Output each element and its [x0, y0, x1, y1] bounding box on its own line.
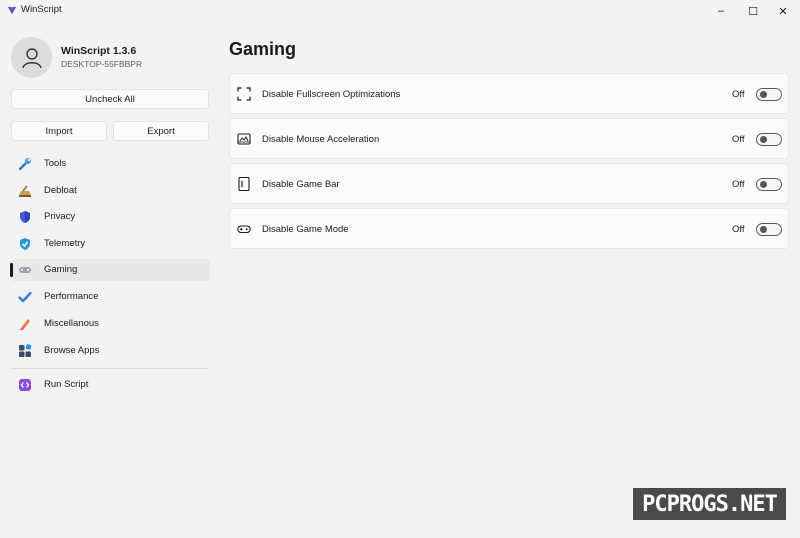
sidebar-item-label: Tools — [44, 158, 67, 169]
gamepad-icon — [19, 267, 31, 273]
wrench-icon — [18, 158, 31, 171]
selection-indicator — [10, 263, 13, 277]
title-bar: WinScript – ☐ ✕ — [0, 0, 800, 22]
toggle-knob — [760, 91, 767, 98]
setting-state: Off — [732, 134, 745, 145]
setting-label: Disable Fullscreen Optimizations — [262, 89, 401, 100]
sidebar-item-label: Browse Apps — [44, 345, 100, 356]
setting-card-fullscreen-optimizations: Disable Fullscreen Optimizations Off — [229, 73, 789, 114]
setting-card-game-mode: Disable Game Mode Off — [229, 208, 789, 249]
fullscreen-optimizations-toggle[interactable] — [756, 88, 782, 101]
sidebar-item-gaming[interactable]: Gaming — [10, 259, 210, 281]
maximize-button[interactable]: ☐ — [738, 0, 768, 22]
setting-card-mouse-acceleration: Disable Mouse Acceleration Off — [229, 118, 789, 159]
export-button[interactable]: Export — [113, 121, 209, 141]
import-button[interactable]: Import — [11, 121, 107, 141]
sidebar-item-performance[interactable]: Performance — [10, 286, 210, 308]
code-icon — [19, 379, 31, 391]
window-title: WinScript — [21, 4, 62, 15]
sidebar-item-privacy[interactable]: Privacy — [10, 206, 210, 228]
setting-card-game-bar: Disable Game Bar Off — [229, 163, 789, 204]
computer-name: DESKTOP-55FBBPR — [61, 59, 143, 69]
page-title: Gaming — [229, 39, 297, 59]
shield-icon — [20, 211, 30, 223]
sidebar-item-label: Performance — [44, 291, 99, 302]
uncheck-all-button[interactable]: Uncheck All — [11, 89, 209, 109]
checkmark-icon — [18, 291, 32, 303]
close-button[interactable]: ✕ — [768, 0, 798, 22]
sidebar-item-telemetry[interactable]: Telemetry — [10, 233, 210, 255]
avatar — [11, 37, 52, 78]
broom-icon — [19, 185, 31, 197]
game-bar-toggle[interactable] — [756, 178, 782, 191]
mouse-acceleration-toggle[interactable] — [756, 133, 782, 146]
app-name: WinScript 1.3.6 — [61, 45, 137, 57]
game-mode-toggle[interactable] — [756, 223, 782, 236]
toggle-knob — [760, 226, 767, 233]
controller-icon — [237, 225, 251, 234]
sidebar-item-label: Run Script — [44, 379, 89, 390]
pencil-icon — [20, 319, 30, 330]
setting-state: Off — [732, 224, 745, 235]
winscript-logo-icon — [8, 7, 16, 14]
sidebar-item-tools[interactable]: Tools — [10, 153, 210, 175]
minimize-button[interactable]: – — [706, 0, 736, 22]
setting-state: Off — [732, 179, 745, 190]
sidebar-item-label: Debloat — [44, 185, 77, 196]
game-bar-icon — [238, 177, 250, 191]
sidebar-item-debloat[interactable]: Debloat — [10, 180, 210, 202]
sidebar-item-label: Privacy — [44, 211, 76, 222]
apps-icon — [19, 344, 32, 357]
setting-label: Disable Game Mode — [262, 224, 349, 235]
shield-check-icon — [20, 238, 30, 250]
sidebar-item-label: Miscellanous — [44, 318, 99, 329]
setting-label: Disable Mouse Acceleration — [262, 134, 380, 145]
sidebar-item-browse-apps[interactable]: Browse Apps — [10, 340, 210, 362]
fullscreen-icon — [237, 87, 251, 101]
toggle-knob — [760, 181, 767, 188]
sidebar-item-miscellanous[interactable]: Miscellanous — [10, 313, 210, 335]
sidebar-item-label: Gaming — [44, 264, 78, 275]
sidebar-item-run-script[interactable]: Run Script — [10, 374, 210, 396]
sidebar-item-label: Telemetry — [44, 238, 86, 249]
watermark: PCPROGS.NET — [633, 488, 786, 520]
sidebar-divider — [11, 368, 209, 369]
setting-state: Off — [732, 89, 745, 100]
mouse-settings-icon — [237, 133, 251, 145]
setting-label: Disable Game Bar — [262, 179, 340, 190]
user-icon — [21, 47, 42, 68]
toggle-knob — [760, 136, 767, 143]
